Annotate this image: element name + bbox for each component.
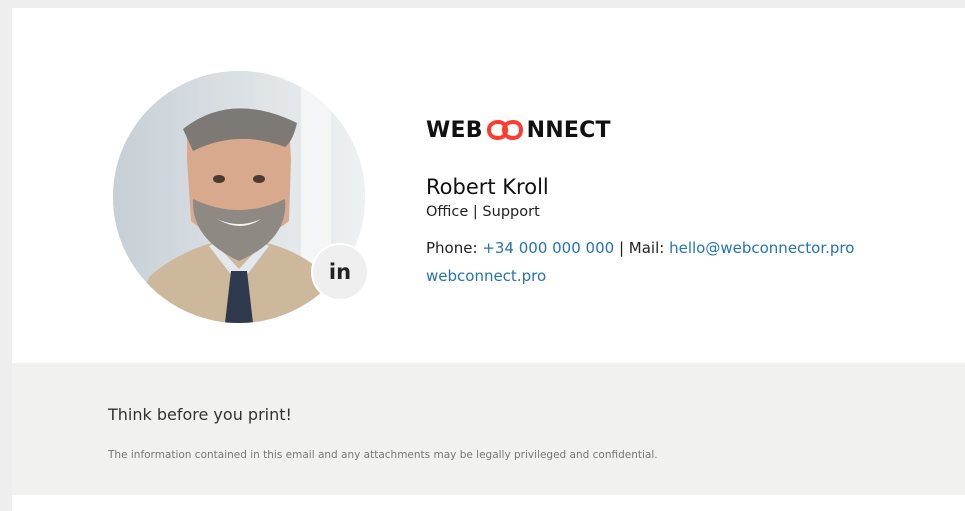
signature-main: in WEB NNECT Robert Kroll Office | Suppo… (12, 8, 965, 363)
person-name: Robert Kroll (426, 175, 549, 199)
signature-info: WEB NNECT Robert Kroll Office | Support … (426, 116, 946, 287)
mail-label: Mail: (628, 239, 665, 257)
phone-link[interactable]: +34 000 000 000 (482, 239, 614, 257)
brand-name-part-1: WEB (426, 117, 483, 143)
brand-name-part-2: NNECT (526, 117, 611, 143)
linkedin-icon[interactable]: in (311, 243, 369, 301)
website-link[interactable]: webconnect.pro (426, 267, 546, 285)
email-link[interactable]: hello@webconnector.pro (669, 239, 854, 257)
phone-label: Phone: (426, 239, 478, 257)
footer-disclaimer: The information contained in this email … (108, 449, 658, 461)
avatar-container: in (113, 71, 369, 323)
linkedin-label: in (328, 260, 352, 284)
contact-separator: | (618, 239, 625, 257)
chain-link-icon (484, 119, 526, 141)
website-row: webconnect.pro (426, 265, 946, 287)
footer-title: Think before you print! (108, 405, 292, 424)
brand-logo: WEB NNECT (426, 116, 946, 144)
person-role: Office | Support (426, 204, 540, 220)
email-signature-card: in WEB NNECT Robert Kroll Office | Suppo… (12, 8, 965, 511)
contact-line: Phone: +34 000 000 000 | Mail: hello@web… (426, 237, 946, 259)
signature-footer: Think before you print! The information … (12, 363, 965, 495)
